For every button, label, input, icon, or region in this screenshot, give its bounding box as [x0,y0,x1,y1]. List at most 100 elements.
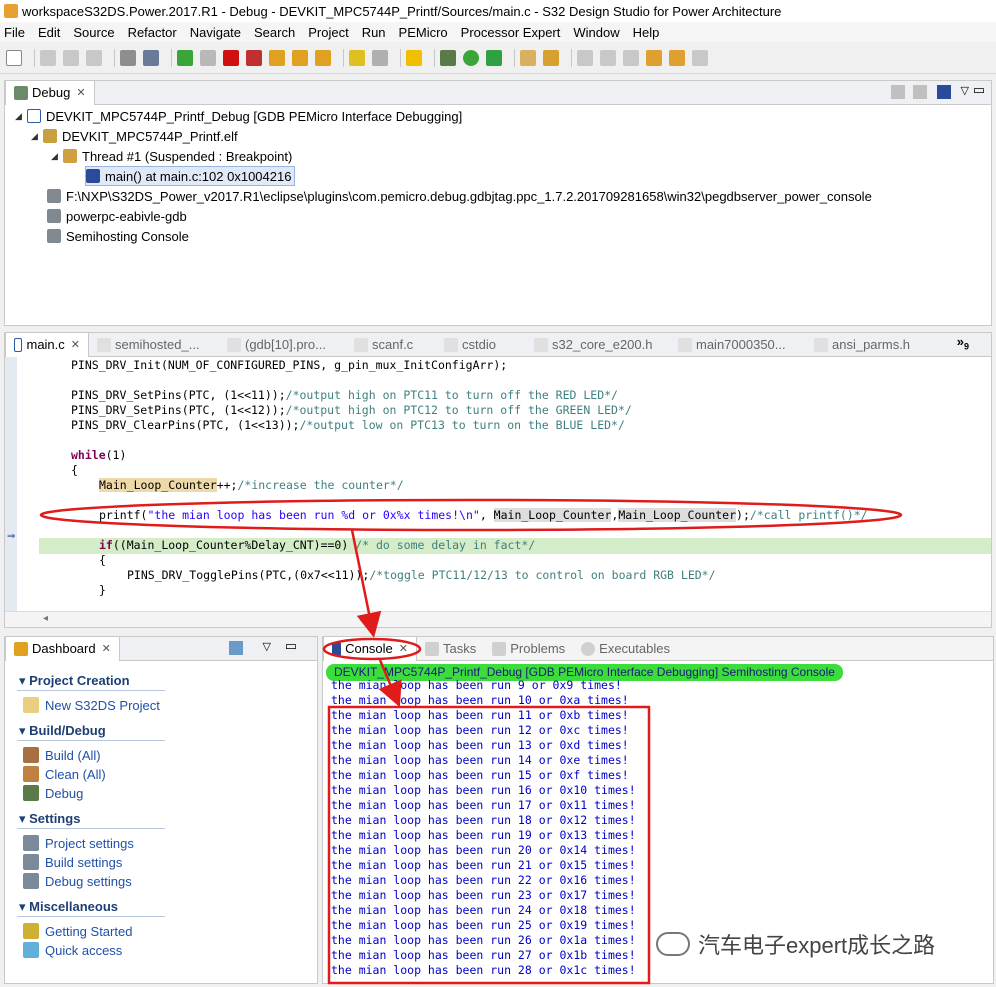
external-tools-icon[interactable] [486,49,502,66]
dash-quick-access[interactable]: Quick access [23,942,122,958]
tab-s32-core[interactable]: s32_core_e200.h [526,333,670,357]
debug-icon[interactable] [440,49,456,66]
suspend-icon[interactable] [200,49,216,66]
view-menu-icon[interactable]: ▽ [961,84,969,97]
menu-file[interactable]: File [4,25,25,40]
menu-pemicro[interactable]: PEMicro [399,25,448,40]
tree-elf[interactable]: ◢ DEVKIT_MPC5744P_Printf.elf [31,126,238,146]
tab-gdb-pro[interactable]: (gdb[10].pro... [219,333,346,357]
instruction-step-icon[interactable] [120,49,136,66]
menu-processor-expert[interactable]: Processor Expert [461,25,561,40]
section-miscellaneous[interactable]: ▾ Miscellaneous [19,899,118,915]
tab-tasks[interactable]: Tasks [417,637,484,661]
menu-edit[interactable]: Edit [38,25,60,40]
save-icon[interactable] [40,49,56,66]
tab-tasks-label: Tasks [443,641,477,656]
quick-access-icon [23,942,39,958]
open-type-icon[interactable] [520,49,536,66]
minimize-icon[interactable]: ▭ [285,638,297,654]
tab-main7000350[interactable]: main7000350... [670,333,806,357]
collapse-icon[interactable]: ◢ [15,111,27,122]
disconnect-icon[interactable] [246,49,262,66]
section-project-creation[interactable]: ▾ Project Creation [19,673,130,689]
annotation-icon[interactable] [577,49,593,66]
h-file-icon [814,337,828,352]
tree-launch[interactable]: ◢ DEVKIT_MPC5744P_Printf_Debug [GDB PEMi… [15,106,462,126]
editor-horizontal-scrollbar[interactable]: ◂ [5,611,991,627]
menu-window[interactable]: Window [573,25,619,40]
menu-run[interactable]: Run [362,25,386,40]
code-line: while(1) [71,448,127,462]
step-over-icon[interactable] [292,49,308,66]
restart-icon[interactable] [372,49,388,66]
step-filters-icon[interactable] [349,49,365,66]
tab-debug[interactable]: Debug ✕ [5,80,95,105]
instruction-stepping-icon[interactable] [937,85,951,99]
tab-problems[interactable]: Problems [484,637,573,661]
tree-thread[interactable]: ◢ Thread #1 (Suspended : Breakpoint) [51,146,292,166]
search-icon[interactable] [543,49,559,66]
dashboard-toolbar-icon[interactable] [229,641,243,655]
last-edit-icon[interactable] [646,49,662,66]
tab-cstdio[interactable]: cstdio [436,333,526,357]
stack-frame-icon [86,169,100,183]
step-return-icon[interactable] [315,49,331,66]
tab-executables[interactable]: Executables [573,637,678,661]
run-icon[interactable] [463,49,479,66]
console-line: the mian loop has been run 9 or 0x9 time… [331,678,622,692]
menu-refactor[interactable]: Refactor [128,25,177,40]
menu-project[interactable]: Project [308,25,348,40]
menu-help[interactable]: Help [633,25,660,40]
new-icon[interactable] [6,49,22,66]
scroll-left-icon[interactable]: ◂ [43,613,48,624]
tab-console[interactable]: Console ✕ [323,636,417,661]
dash-clean-all[interactable]: Clean (All) [23,766,106,782]
close-icon[interactable]: ✕ [102,642,111,655]
dash-project-settings[interactable]: Project settings [23,835,134,851]
resume-icon[interactable] [177,49,193,66]
dash-debug-settings[interactable]: Debug settings [23,873,132,889]
menu-navigate[interactable]: Navigate [190,25,241,40]
close-icon[interactable]: ✕ [71,338,80,351]
close-icon[interactable]: ✕ [399,642,408,655]
dash-build-all[interactable]: Build (All) [23,747,101,763]
dash-build-settings[interactable]: Build settings [23,854,122,870]
tab-dashboard[interactable]: Dashboard ✕ [5,636,120,661]
step-into-icon[interactable] [269,49,285,66]
prev-annotation-icon[interactable] [623,49,639,66]
dash-debug[interactable]: Debug [23,785,83,801]
dash-new-s32ds-project[interactable]: New S32DS Project [23,697,160,713]
tree-gdbserver[interactable]: F:\NXP\S32DS_Power_v2017.R1\eclipse\plug… [47,186,872,206]
console-line: the mian loop has been run 11 or 0xb tim… [331,708,629,722]
remove-terminated-icon[interactable] [891,85,905,99]
view-menu-icon[interactable]: ▽ [263,640,271,653]
back-icon[interactable] [669,49,685,66]
tab-ansi-parms[interactable]: ansi_parms.h [806,333,926,357]
console-line: the mian loop has been run 26 or 0x1a ti… [331,933,636,947]
menu-source[interactable]: Source [73,25,114,40]
remove-all-icon[interactable] [913,85,927,99]
tree-stack-frame[interactable]: main() at main.c:102 0x1004216 [85,166,296,186]
print-icon[interactable] [86,49,102,66]
tree-gdb[interactable]: powerpc-eabivle-gdb [47,206,187,226]
dash-getting-started[interactable]: Getting Started [23,923,132,939]
save-all-icon[interactable] [63,49,79,66]
section-settings[interactable]: ▾ Settings [19,811,80,827]
tab-main-c[interactable]: main.c ✕ [5,332,89,357]
minimize-icon[interactable]: ▭ [973,82,985,98]
skip-breakpoints-icon[interactable] [143,49,159,66]
forward-icon[interactable] [692,49,708,66]
tab-semihosted[interactable]: semihosted_... [89,333,219,357]
tree-elf-label: DEVKIT_MPC5744P_Printf.elf [62,128,238,144]
section-build-debug[interactable]: ▾ Build/Debug [19,723,106,739]
menu-search[interactable]: Search [254,25,295,40]
tab-scanf-c[interactable]: scanf.c [346,333,436,357]
tab-overflow-icon[interactable]: »9 [957,334,969,352]
next-annotation-icon[interactable] [600,49,616,66]
collapse-icon[interactable]: ◢ [31,131,43,142]
terminate-icon[interactable] [223,49,239,66]
tree-semihosting[interactable]: Semihosting Console [47,226,189,246]
collapse-icon[interactable]: ◢ [51,151,63,162]
flash-icon[interactable] [406,49,422,66]
close-icon[interactable]: ✕ [76,86,85,99]
